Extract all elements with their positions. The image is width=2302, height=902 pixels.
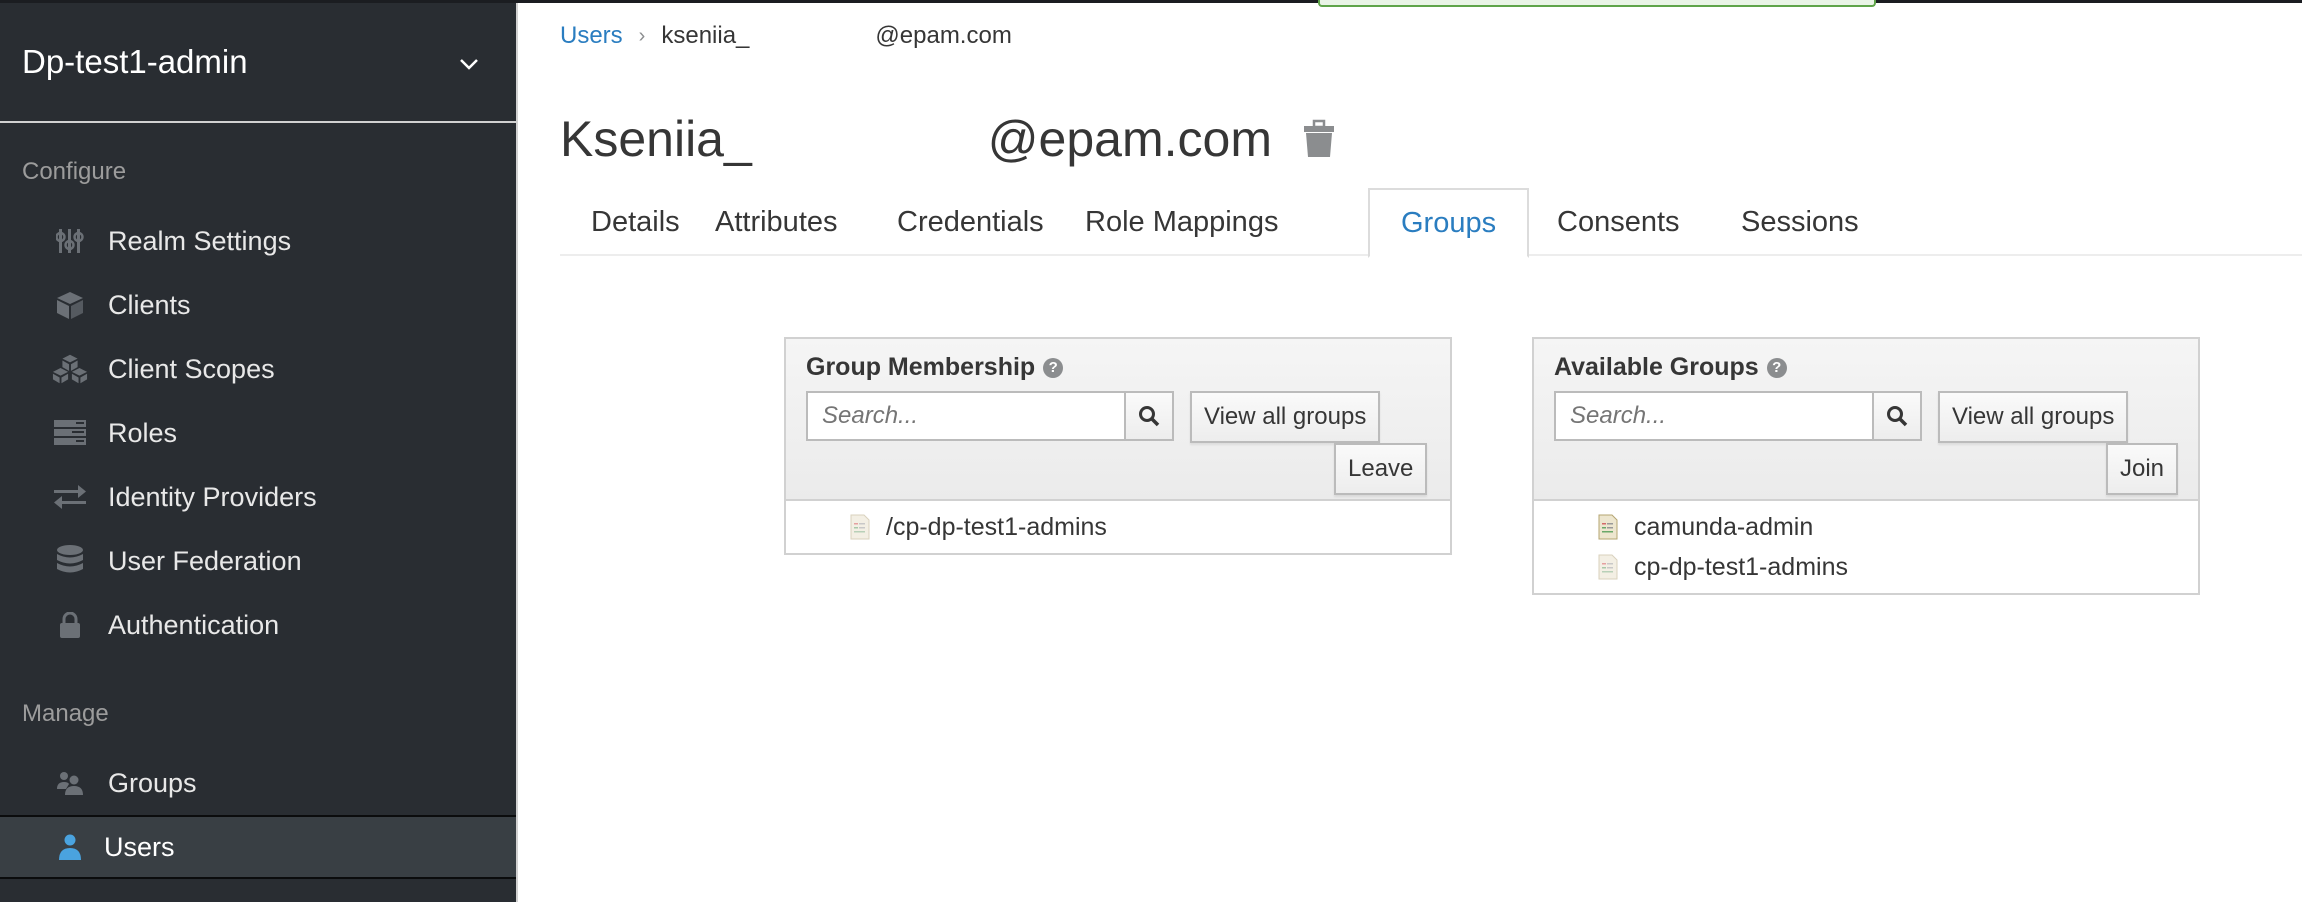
page-title-part1: Kseniia_ [560, 111, 752, 167]
exchange-icon [52, 479, 88, 515]
tab-groups[interactable]: Groups [1368, 188, 1530, 258]
membership-list: /cp-dp-test1-admins [786, 501, 1450, 553]
leave-button[interactable]: Leave [1334, 443, 1428, 495]
group-membership-title: Group Membership ? [806, 353, 1064, 382]
users-icon [52, 765, 88, 801]
available-view-all-button[interactable]: View all groups [1938, 391, 2129, 443]
sidebar-item-realm-settings[interactable]: Realm Settings [0, 209, 516, 273]
list-item[interactable]: camunda-admin [1534, 507, 2198, 547]
sidebar-item-users[interactable]: Users [0, 815, 516, 879]
sidebar-item-label: Users [104, 831, 175, 862]
breadcrumb-users-link[interactable]: Users [560, 22, 623, 50]
search-icon [1887, 406, 1908, 427]
sidebar-item-label: Authentication [108, 609, 280, 640]
group-name: /cp-dp-test1-admins [886, 512, 1107, 541]
server-icon [52, 415, 88, 451]
page-title: Kseniia_ @epam.com [560, 110, 1336, 168]
sidebar-item-label: User Federation [108, 545, 302, 576]
list-item[interactable]: /cp-dp-test1-admins [786, 507, 1450, 547]
group-document-icon [1598, 554, 1618, 580]
user-icon [52, 829, 88, 865]
group-name: camunda-admin [1634, 512, 1814, 541]
available-groups-title: Available Groups ? [1554, 353, 1787, 382]
section-configure: Configure [22, 158, 127, 185]
sliders-icon [52, 223, 88, 259]
available-search-input[interactable] [1554, 391, 1874, 441]
group-membership-header: Group Membership ? View all groups Leave [786, 339, 1450, 501]
notification-toast [1318, 0, 1876, 7]
window-top-border [0, 0, 2302, 3]
group-name: cp-dp-test1-admins [1634, 552, 1848, 581]
sidebar-item-roles[interactable]: Roles [0, 401, 516, 465]
help-icon[interactable]: ? [1043, 357, 1064, 378]
sidebar-item-label: Identity Providers [108, 481, 317, 512]
sidebar-item-label: Client Scopes [108, 353, 275, 384]
tab-role-mappings[interactable]: Role Mappings [1054, 188, 1309, 256]
sidebar-item-label: Clients [108, 289, 191, 320]
database-icon [52, 543, 88, 579]
breadcrumb-current-part2: @epam.com [875, 22, 1012, 49]
tab-attributes[interactable]: Attributes [684, 188, 869, 256]
cube-icon [52, 287, 88, 323]
chevron-down-icon [460, 59, 478, 70]
sidebar-item-client-scopes[interactable]: Client Scopes [0, 337, 516, 401]
realm-name: Dp-test1-admin [22, 43, 248, 80]
sidebar-item-identity-providers[interactable]: Identity Providers [0, 465, 516, 529]
trash-icon[interactable] [1302, 119, 1336, 159]
sidebar-item-label: Groups [108, 767, 197, 798]
cubes-icon [52, 351, 88, 387]
breadcrumb: Users › kseniia_ @epam.com [560, 22, 1012, 50]
available-search-button[interactable] [1872, 391, 1922, 441]
help-icon[interactable]: ? [1766, 357, 1787, 378]
sidebar-item-label: Roles [108, 417, 178, 448]
sidebar-item-label: Realm Settings [108, 225, 292, 256]
sidebar-item-groups[interactable]: Groups [0, 751, 516, 815]
tab-sessions[interactable]: Sessions [1710, 188, 1890, 256]
panel-title-text: Available Groups [1554, 353, 1759, 381]
available-groups-header: Available Groups ? View all groups Join [1534, 339, 2198, 501]
breadcrumb-separator-icon: › [638, 24, 646, 47]
tab-credentials[interactable]: Credentials [866, 188, 1075, 256]
search-icon [1139, 406, 1160, 427]
lock-icon [52, 607, 88, 643]
group-membership-panel: Group Membership ? View all groups Leave… [784, 337, 1452, 555]
available-groups-panel: Available Groups ? View all groups Join … [1532, 337, 2200, 595]
sidebar-item-user-federation[interactable]: User Federation [0, 529, 516, 593]
tab-consents[interactable]: Consents [1526, 188, 1711, 256]
realm-selector[interactable]: Dp-test1-admin [0, 3, 518, 123]
page-title-part2: @epam.com [987, 111, 1272, 167]
panel-title-text: Group Membership [806, 353, 1036, 381]
join-button[interactable]: Join [2106, 443, 2179, 495]
breadcrumb-current-part1: kseniia_ [661, 22, 750, 49]
tab-bar: Details Attributes Credentials Role Mapp… [560, 188, 2302, 258]
membership-search-button[interactable] [1124, 391, 1174, 441]
membership-view-all-button[interactable]: View all groups [1190, 391, 1381, 443]
list-item[interactable]: cp-dp-test1-admins [1534, 547, 2198, 587]
sidebar-item-authentication[interactable]: Authentication [0, 593, 516, 657]
sidebar-item-clients[interactable]: Clients [0, 273, 516, 337]
section-manage: Manage [22, 700, 109, 727]
group-document-icon [1598, 514, 1618, 540]
membership-search-input[interactable] [806, 391, 1126, 441]
sidebar: Dp-test1-admin Configure Realm Settings … [0, 0, 518, 902]
group-document-icon [850, 514, 870, 540]
available-list: camunda-admin cp-dp-test1-admins [1534, 501, 2198, 593]
